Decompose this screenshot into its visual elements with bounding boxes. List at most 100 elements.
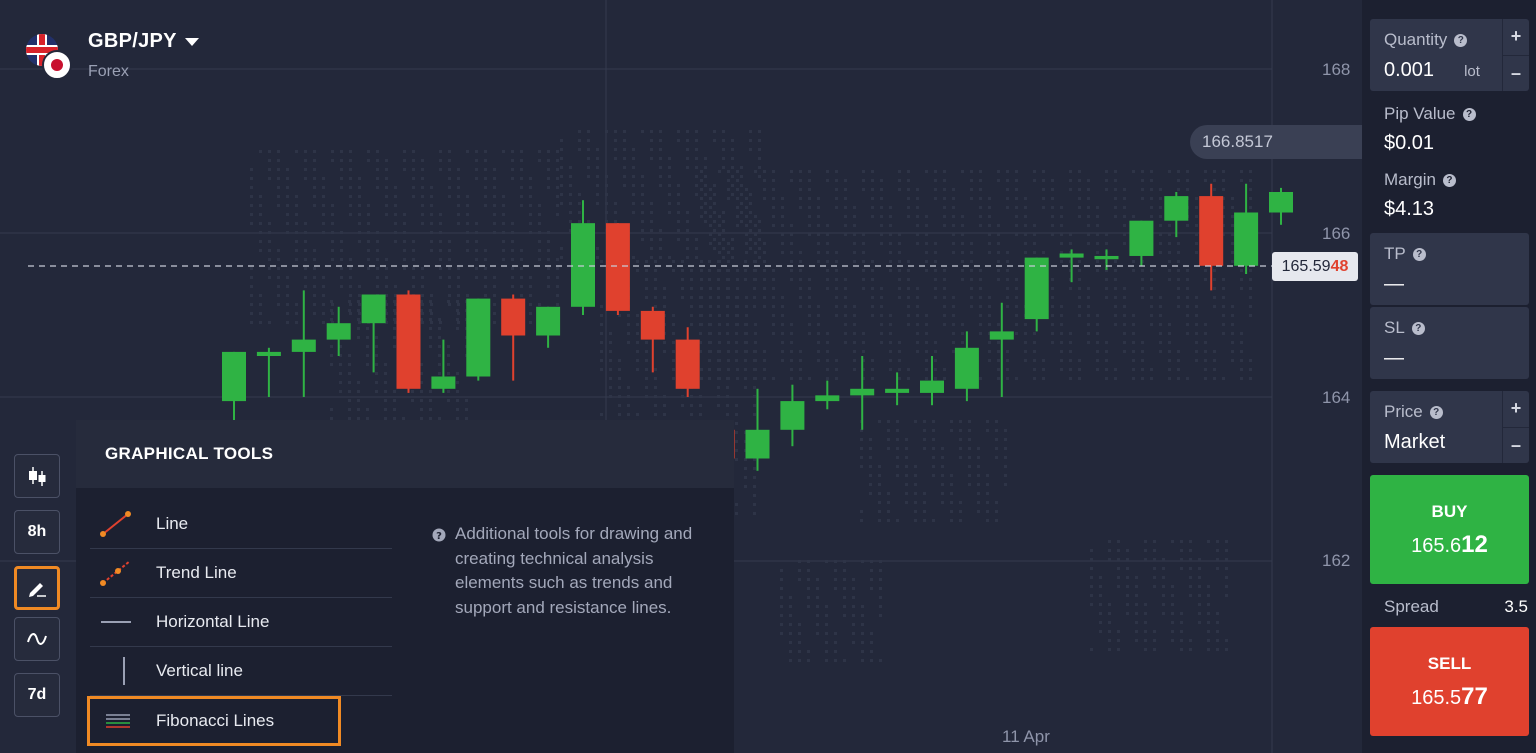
map-dot: [799, 377, 802, 380]
quantity-field[interactable]: Quantity? 0.001 lot + –: [1370, 19, 1529, 91]
plus-icon[interactable]: +: [1503, 19, 1529, 56]
map-dot: [560, 148, 563, 151]
map-dot: [907, 197, 910, 200]
minus-icon[interactable]: –: [1503, 56, 1529, 92]
map-dot: [1006, 269, 1009, 272]
map-dot: [961, 341, 964, 344]
map-dot: [744, 341, 747, 344]
map-dot: [907, 170, 910, 173]
map-dot: [825, 650, 828, 653]
quantity-stepper[interactable]: + –: [1502, 19, 1529, 91]
tool-item-line[interactable]: Line: [90, 500, 392, 549]
map-dot: [259, 195, 262, 198]
map-dot: [1114, 188, 1117, 191]
chart-area[interactable]: 168 166 164 162 11 Apr 166.8517 165.5948…: [0, 0, 1362, 753]
map-dot: [952, 341, 955, 344]
map-dot: [529, 312, 532, 315]
map-dot: [259, 249, 262, 252]
map-dot: [700, 260, 703, 263]
map-dot: [547, 285, 550, 288]
graphical-tools-button[interactable]: [14, 566, 60, 610]
map-dot: [645, 359, 648, 362]
map-dot: [358, 285, 361, 288]
map-dot: [1186, 269, 1189, 272]
map-dot: [807, 596, 810, 599]
map-dot: [1126, 594, 1129, 597]
map-dot: [304, 267, 307, 270]
map-dot: [943, 188, 946, 191]
timeframe-label: 8h: [27, 523, 47, 540]
indicators-button[interactable]: [14, 617, 60, 661]
map-dot: [722, 247, 725, 250]
minus-icon[interactable]: –: [1503, 428, 1529, 464]
map-dot: [816, 578, 819, 581]
candle-body: [850, 388, 875, 396]
map-dot: [1225, 576, 1228, 579]
map-dot: [1024, 332, 1027, 335]
price-stepper[interactable]: + –: [1502, 391, 1529, 463]
price-field[interactable]: Price? Market + –: [1370, 391, 1529, 463]
map-dot: [914, 492, 917, 495]
map-dot: [740, 202, 743, 205]
map-dot: [799, 188, 802, 191]
map-dot: [754, 170, 757, 173]
map-dot: [349, 195, 352, 198]
stop-loss-field[interactable]: SL? —: [1370, 307, 1529, 379]
map-dot: [695, 256, 698, 259]
svg-text:?: ?: [436, 531, 442, 542]
map-dot: [1204, 368, 1207, 371]
map-dot: [862, 188, 865, 191]
map-dot: [596, 184, 599, 187]
map-dot: [898, 377, 901, 380]
period-button[interactable]: 7d: [14, 673, 60, 717]
map-dot: [988, 341, 991, 344]
map-dot: [807, 650, 810, 653]
map-dot: [749, 238, 752, 241]
map-dot: [869, 447, 872, 450]
map-dot: [988, 251, 991, 254]
map-dot: [735, 503, 738, 506]
sell-button[interactable]: SELL 165.577: [1370, 627, 1529, 736]
take-profit-field[interactable]: TP? —: [1370, 233, 1529, 305]
sell-price-tail: 77: [1461, 683, 1488, 710]
map-dot: [1069, 188, 1072, 191]
tool-item-horizontal-line[interactable]: Horizontal Line: [90, 598, 392, 647]
map-dot: [1135, 594, 1138, 597]
chart-type-button[interactable]: [14, 454, 60, 498]
map-dot: [349, 177, 352, 180]
map-dot: [1141, 188, 1144, 191]
map-dot: [385, 276, 388, 279]
map-dot: [556, 159, 559, 162]
map-dot: [717, 404, 720, 407]
map-dot: [799, 287, 802, 290]
map-dot: [659, 256, 662, 259]
plus-icon[interactable]: +: [1503, 391, 1529, 428]
map-dot: [1108, 540, 1111, 543]
buy-button[interactable]: BUY 165.612: [1370, 475, 1529, 584]
map-dot: [1168, 260, 1171, 263]
map-dot: [654, 287, 657, 290]
map-dot: [754, 242, 757, 245]
map-dot: [375, 363, 378, 366]
asset-selector[interactable]: GBP/JPY: [88, 30, 199, 53]
map-dot: [1204, 170, 1207, 173]
map-dot: [1108, 558, 1111, 561]
map-dot: [1168, 278, 1171, 281]
quantity-value[interactable]: 0.001: [1384, 59, 1434, 82]
tool-item-trend-line[interactable]: Trend Line: [90, 549, 392, 598]
help-icon: ?: [1412, 247, 1426, 261]
map-dot: [749, 247, 752, 250]
asset-header[interactable]: GBP/JPY Forex: [24, 28, 199, 81]
map-dot: [376, 231, 379, 234]
timeframe-button[interactable]: 8h: [14, 510, 60, 554]
map-dot: [799, 260, 802, 263]
map-dot: [986, 501, 989, 504]
tool-item-fibonacci-lines[interactable]: Fibonacci Lines: [87, 696, 341, 746]
map-dot: [708, 269, 711, 272]
map-dot: [722, 229, 725, 232]
map-dot: [970, 197, 973, 200]
map-dot: [700, 287, 703, 290]
map-dot: [934, 242, 937, 245]
map-dot: [394, 204, 397, 207]
tool-item-vertical-line[interactable]: Vertical line: [90, 647, 392, 696]
